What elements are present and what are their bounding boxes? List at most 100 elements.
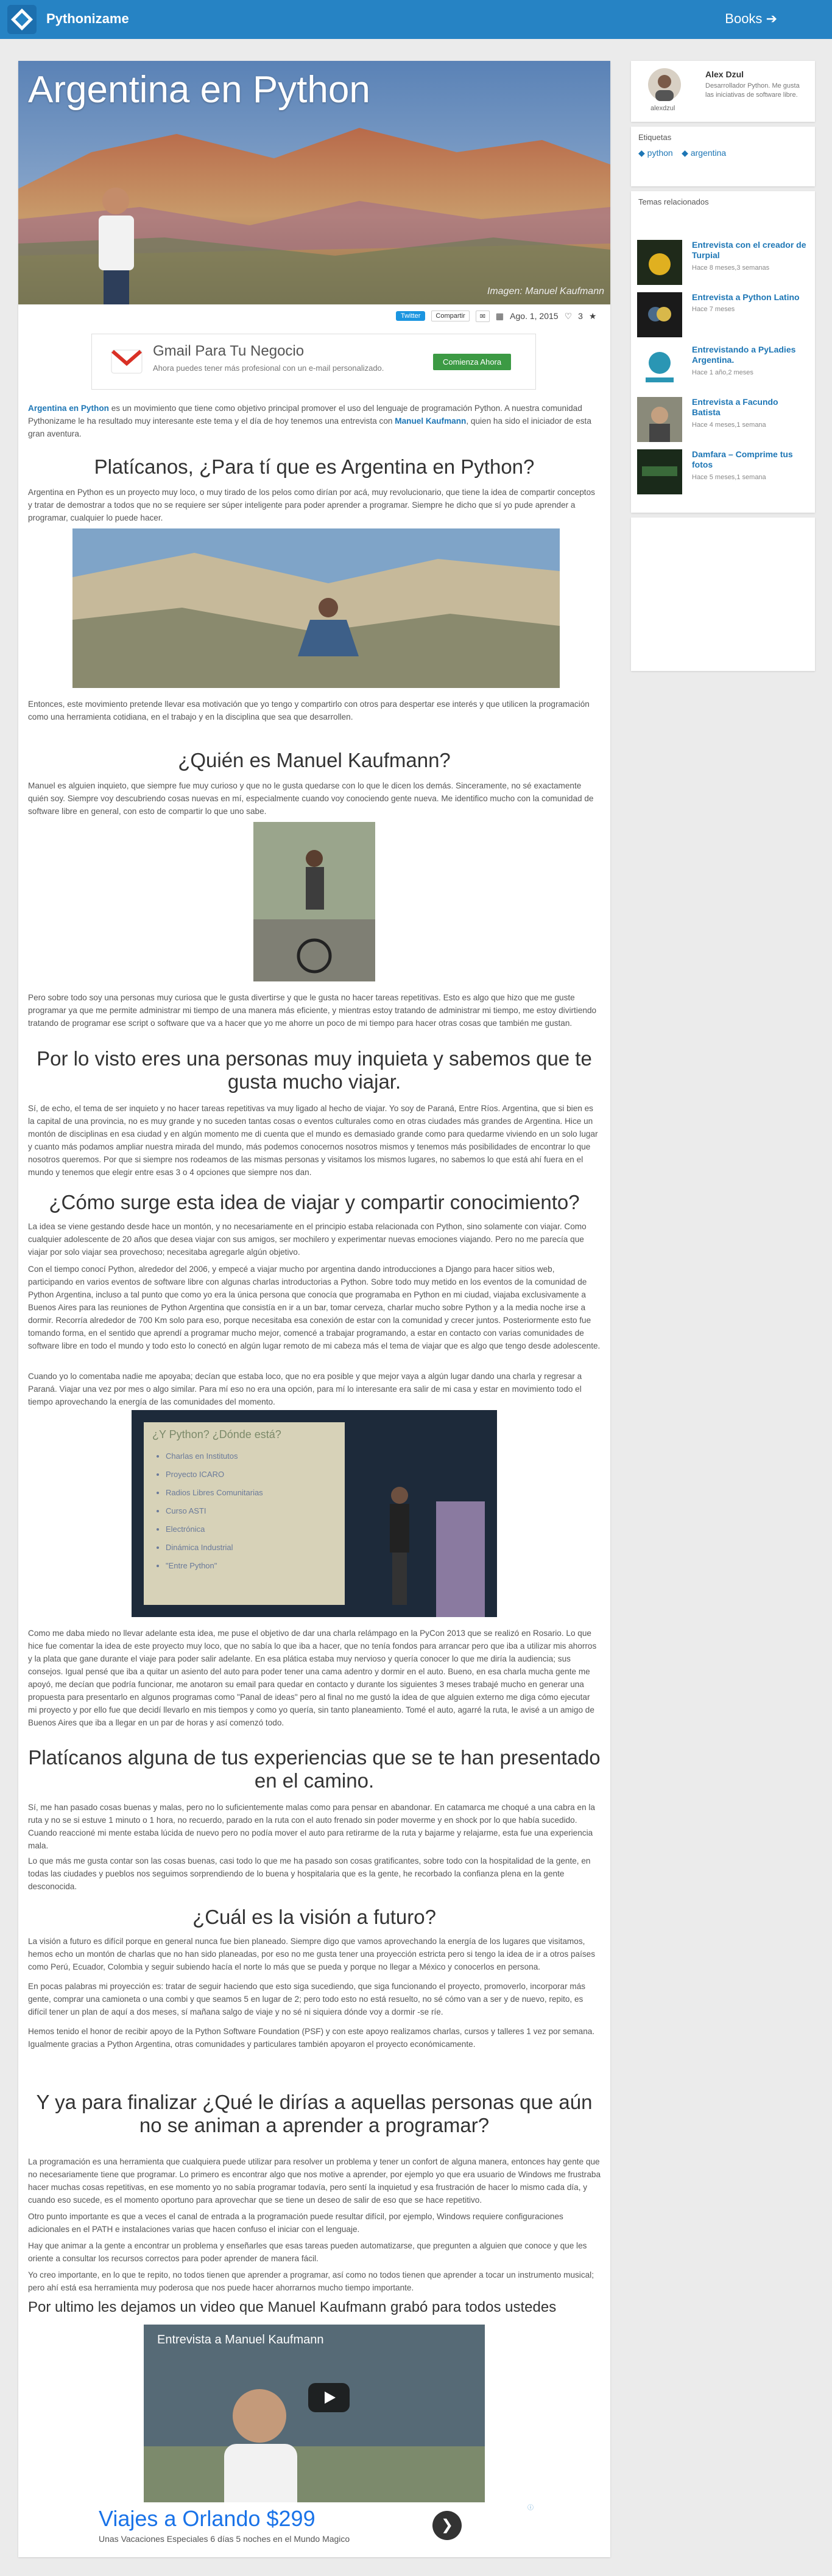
paragraph-quien-2: Pero sobre todo soy una personas muy cur… [28,993,597,1028]
author-avatar[interactable] [648,68,681,101]
related-thumb-turpial [637,240,682,285]
related-date: Hace 1 año,2 meses [692,369,753,376]
paragraph-final-4: Yo creo importante, en lo que te repito,… [28,2270,594,2292]
slide-title: ¿Y Python? ¿Dónde está? [152,1428,281,1441]
related-item[interactable]: Entrevista con el creador de Turpial Hac… [637,240,809,286]
comment-icon: ♡ [564,311,573,321]
play-button[interactable] [308,2383,350,2412]
slide-item: "Entre Python" [166,1557,345,1575]
paragraph-experiencias-2: Lo que más me gusta contar son las cosas… [28,1856,591,1891]
related-title: Entrevistando a PyLadies Argentina. [692,345,796,365]
related-date: Hace 4 meses,1 semana [692,421,766,429]
speaker-figure [390,1487,409,1605]
banner-stand [436,1501,485,1617]
email-share-button[interactable]: ✉ [475,310,490,322]
comment-count: 3 [578,311,583,321]
google-plus-label: Compartir [435,312,465,320]
heading-surge: ¿Cómo surge esta idea de viajar y compar… [49,1191,580,1213]
video-thumbnail [144,2325,485,2517]
tags-list: ◆ python ◆ argentina [631,148,815,159]
article-title: Argentina en Python [28,69,370,111]
heading-final: Y ya para finalizar ¿Qué le dirías a aqu… [36,2091,593,2136]
slide-item: Electrónica [166,1520,345,1539]
books-link[interactable]: Books ➔ [725,11,777,27]
paragraph-final-2: Otro punto importante es que a veces el … [28,2212,563,2234]
pythonizame-logo-icon[interactable] [7,5,37,34]
paragraph-surge-2: Con el tiempo conocí Python, alrededor d… [28,1265,601,1350]
heading-para-ti: Platícanos, ¿Para tí que es Argentina en… [94,455,535,478]
slide-item: Proyecto ICARO [166,1465,345,1484]
photo-unicycle [253,822,375,981]
photo-meditation [72,528,560,688]
intro-link-manuel[interactable]: Manuel Kaufmann [395,416,466,426]
ad-info-icon[interactable]: ⓘ [527,2502,534,2511]
calendar-icon: ▦ [495,311,504,321]
tags-heading: Etiquetas [638,133,672,142]
paragraph-vision: La visión a futuro es difícil porque en … [28,1937,596,1971]
publish-date: Ago. 1, 2015 [510,311,559,321]
related-heading: Temas relacionados [638,197,709,206]
ad-arrow-button[interactable]: ❯ [432,2511,462,2540]
paragraph-quien: Manuel es alguien inquieto, que siempre … [28,781,594,816]
article-card: Argentina en Python Imagen: Manuel Kaufm… [18,61,610,2557]
related-item[interactable]: Entrevista a Facundo Batista Hace 4 mese… [637,397,809,443]
heading-quien: ¿Quién es Manuel Kaufmann? [178,749,451,771]
related-item[interactable]: Damfara – Comprime tus fotos Hace 5 mese… [637,449,809,496]
tags-card: Etiquetas ◆ python ◆ argentina [631,127,815,186]
ad-banner-top[interactable]: Gmail Para Tu Negocio Ahora puedes tener… [91,334,536,390]
ad-cta-button[interactable]: Comienza Ahora [433,354,512,370]
related-date: Hace 5 meses,1 semana [692,474,766,481]
related-title: Damfara – Comprime tus fotos [692,449,793,469]
author-handle[interactable]: alexdzul [650,105,675,112]
share-bar: Twitter Compartir ✉ ▦ Ago. 1, 2015 ♡ 3 ★ [396,309,596,323]
hero-image: Argentina en Python Imagen: Manuel Kaufm… [18,61,610,304]
slide-item: Radios Libres Comunitarias [166,1484,345,1502]
related-item[interactable]: Entrevistando a PyLadies Argentina. Hace… [637,345,809,391]
photo-talk: ¿Y Python? ¿Dónde está? Charlas en Insti… [132,1410,497,1617]
paragraph-surge: La idea se viene gestando desde hace un … [28,1222,587,1257]
heading-experiencias: Platícanos alguna de tus experiencias qu… [28,1746,601,1792]
star-icon[interactable]: ★ [589,311,597,321]
related-thumb-damfara [637,449,682,494]
ad-bottom-title: Viajes a Orlando $299 [99,2506,316,2531]
heading-vision: ¿Cuál es la visión a futuro? [192,1906,436,1928]
site-title[interactable]: Pythonizame [46,11,129,27]
play-icon [325,2392,336,2404]
video-player[interactable]: Entrevista a Manuel Kaufmann [144,2325,485,2517]
related-thumb-facundo [637,397,682,442]
ad-bottom-subtitle: Unas Vacaciones Especiales 6 días 5 noch… [99,2534,350,2544]
related-thumb-python-latino [637,292,682,337]
paragraph-inquieta: Sí, de echo, el tema de ser inquieto y n… [28,1104,598,1177]
tag-argentina[interactable]: ◆ argentina [682,148,726,158]
related-date: Hace 7 meses [692,306,735,313]
twitter-share-button[interactable]: Twitter [396,311,426,321]
ad-banner-bottom[interactable]: Viajes a Orlando $299 Unas Vacaciones Es… [91,2502,535,2557]
paragraph-experiencias: Sí, me han pasado cosas buenas y malas, … [28,1803,595,1850]
related-date: Hace 8 meses,3 semanas [692,264,770,272]
ad-subtitle: Ahora puedes tener más profesional con u… [153,363,384,373]
tag-python[interactable]: ◆ python [638,148,673,158]
tag-label: argentina [690,148,727,158]
intro-paragraph: Argentina en Python es un movimiento que… [28,402,601,440]
slide-list: Charlas en Institutos Proyecto ICARO Rad… [144,1447,345,1575]
related-title: Entrevista a Python Latino [692,292,800,302]
related-item[interactable]: Entrevista a Python Latino Hace 7 meses [637,292,809,339]
intro-link-argentina[interactable]: Argentina en Python [28,404,109,413]
gmail-icon [111,349,143,374]
paragraph-vision-2: En pocas palabras mi proyección es: trat… [28,1982,586,2016]
paragraph-surge-3: Cuando yo lo comentaba nadie me apoyaba;… [28,1372,582,1406]
author-card: alexdzul Alex Dzul Desarrollador Python.… [631,61,815,122]
paragraph-para-ti: Argentina en Python es un proyecto muy l… [28,488,595,522]
top-navbar: Pythonizame Books ➔ [0,0,832,39]
tag-label: python [647,148,673,158]
related-title: Entrevista con el creador de Turpial [692,240,806,260]
related-title: Entrevista a Facundo Batista [692,397,778,417]
related-thumb-pyladies [637,345,682,390]
paragraph-vision-3: Hemos tenido el honor de recibir apoyo d… [28,2027,595,2049]
google-share-button[interactable]: Compartir [431,311,470,321]
paragraph-surge-4: Como me daba miedo no llevar adelante es… [28,1629,597,1727]
tag-icon: ◆ [638,148,645,158]
slide-item: Curso ASTI [166,1502,345,1520]
arrow-right-icon: ➔ [766,11,777,26]
author-name[interactable]: Alex Dzul [705,69,744,79]
